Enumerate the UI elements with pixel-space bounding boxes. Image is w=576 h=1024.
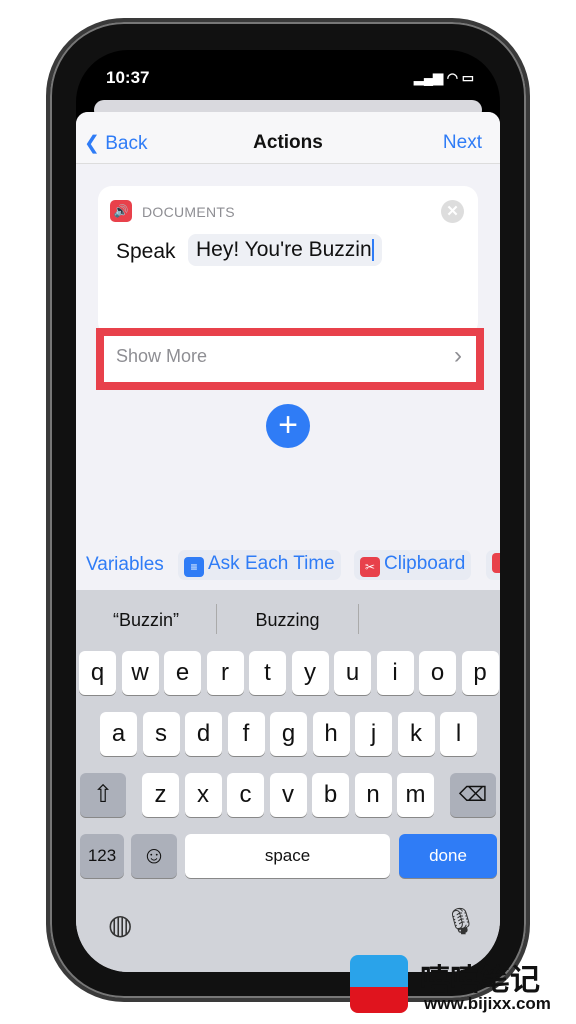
key-x[interactable]: x: [184, 773, 222, 817]
status-icons: ▂▄▆ ◠ ▭: [413, 70, 474, 85]
chip-label: Clipboard: [384, 553, 466, 574]
speaker-icon: 🔊: [110, 200, 132, 222]
key-e[interactable]: e: [164, 651, 201, 695]
divider: [358, 604, 359, 634]
notch: [262, 50, 382, 76]
key-j[interactable]: j: [355, 712, 392, 756]
action-category: DOCUMENTS: [142, 204, 235, 220]
key-z[interactable]: z: [142, 773, 179, 817]
suggestion[interactable]: “Buzzin”: [76, 610, 216, 631]
speak-text-field[interactable]: Hey! You're Buzzin: [188, 234, 382, 266]
chip-more[interactable]: [486, 550, 500, 580]
chip-clipboard[interactable]: ✂ Clipboard: [354, 550, 472, 580]
next-button[interactable]: Next: [443, 132, 482, 154]
key-p[interactable]: p: [461, 651, 499, 695]
key-o[interactable]: o: [419, 651, 456, 695]
chip-label: Ask Each Time: [208, 553, 335, 574]
microphone-icon[interactable]: 🎙: [444, 906, 477, 937]
key-s[interactable]: s: [142, 712, 180, 756]
key-u[interactable]: u: [334, 651, 371, 695]
variables-bar: Variables ≡ Ask Each Time ✂ Clipboard: [76, 550, 500, 586]
key-r[interactable]: r: [206, 651, 244, 695]
key-a[interactable]: a: [100, 712, 137, 756]
done-key[interactable]: done: [399, 834, 497, 878]
speak-action-card: 🔊 DOCUMENTS ✕ Speak Hey! You're Buzzin: [98, 186, 478, 336]
chat-bubble-icon: ≡: [184, 557, 204, 577]
key-i[interactable]: i: [376, 651, 414, 695]
watermark-url: www.bijixx.com: [424, 994, 551, 1013]
key-m[interactable]: m: [397, 773, 434, 817]
numbers-key[interactable]: 123: [80, 834, 124, 878]
text-cursor: [371, 239, 374, 262]
show-more-row[interactable]: Show More ›: [96, 328, 484, 390]
key-y[interactable]: y: [291, 651, 329, 695]
nav-bar: ❮ Back Actions Next: [76, 112, 500, 164]
globe-icon[interactable]: ◍: [108, 908, 132, 941]
key-b[interactable]: b: [312, 773, 349, 817]
key-w[interactable]: w: [121, 651, 159, 695]
calendar-icon: [492, 553, 500, 573]
status-time: 10:37: [106, 68, 150, 87]
key-c[interactable]: c: [227, 773, 264, 817]
delete-key[interactable]: ⌫: [450, 773, 496, 817]
key-n[interactable]: n: [354, 773, 392, 817]
shift-key[interactable]: ⇧: [80, 773, 126, 817]
key-l[interactable]: l: [440, 712, 477, 756]
key-q[interactable]: q: [79, 651, 116, 695]
page-title: Actions: [253, 132, 323, 153]
action-verb: Speak: [116, 240, 176, 263]
watermark-logo: [350, 955, 408, 1013]
chevron-right-icon: ›: [454, 342, 462, 369]
suggestion[interactable]: Buzzing: [217, 610, 358, 631]
add-action-button[interactable]: +: [266, 404, 310, 448]
key-f[interactable]: f: [227, 712, 265, 756]
screen: 10:37 ▂▄▆ ◠ ▭ ❮ Back Actions Next 🔊 DOCU…: [76, 50, 500, 972]
key-v[interactable]: v: [269, 773, 307, 817]
close-icon[interactable]: ✕: [441, 200, 464, 223]
speak-text: Hey! You're Buzzin: [196, 238, 372, 261]
key-k[interactable]: k: [397, 712, 435, 756]
emoji-key[interactable]: ☺: [131, 834, 177, 878]
space-key[interactable]: space: [185, 834, 390, 878]
key-d[interactable]: d: [185, 712, 222, 756]
watermark-title: 嘻嘻笔记: [420, 964, 540, 997]
key-t[interactable]: t: [249, 651, 286, 695]
key-h[interactable]: h: [312, 712, 350, 756]
keyboard: “Buzzin” Buzzing ⇧ ⌫ 123 ☺ space done ◍ …: [76, 590, 500, 972]
key-g[interactable]: g: [270, 712, 307, 756]
scissors-icon: ✂: [360, 557, 380, 577]
variables-label: Variables: [86, 554, 164, 575]
chip-ask-each-time[interactable]: ≡ Ask Each Time: [178, 550, 341, 580]
show-more-label: Show More: [116, 346, 208, 366]
